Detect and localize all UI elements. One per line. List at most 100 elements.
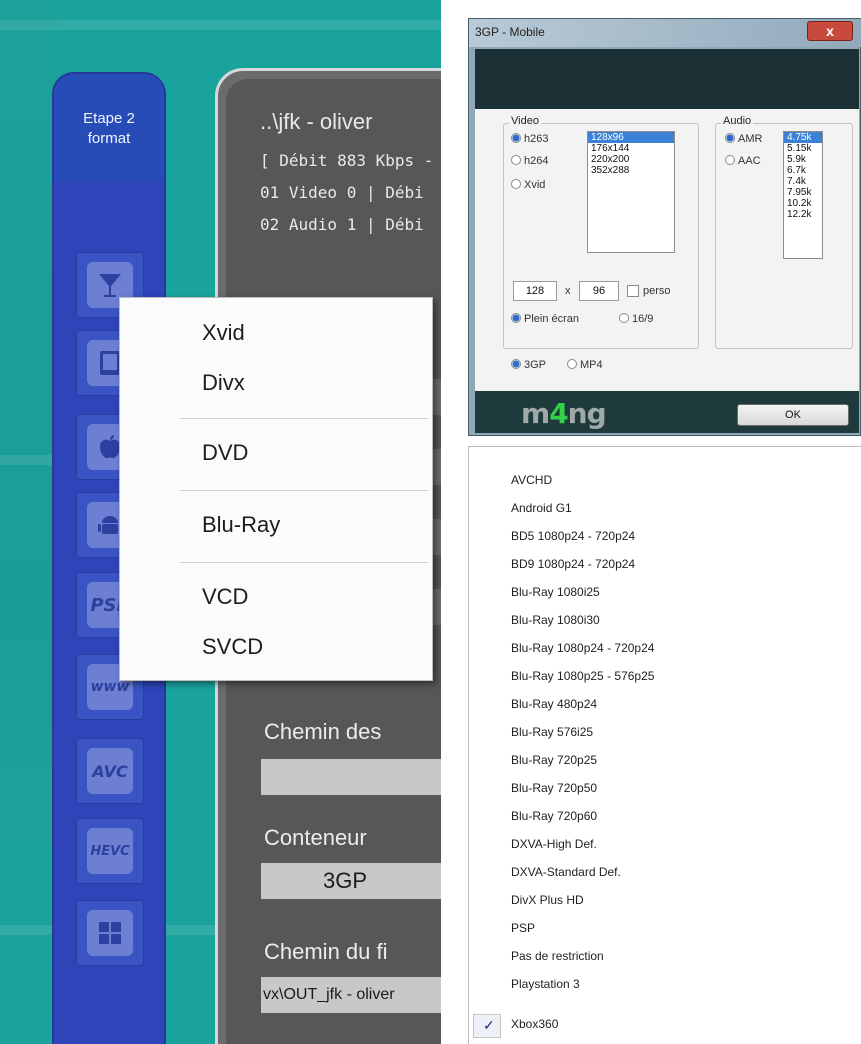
radio-h264[interactable]: h264 [511,155,548,167]
radio-amr[interactable]: AMR [725,133,762,145]
menu-separator [180,562,428,563]
profile-item[interactable]: BD5 1080p24 - 720p24 [511,529,635,543]
width-field[interactable]: 128 [513,281,557,301]
radio-label: 16/9 [632,313,654,325]
step-header: Etape 2 format [54,74,164,182]
audio-stream-info: 02 Audio 1 | Débi [260,215,424,234]
logo-text: ng [567,397,607,430]
source-filename: ..\jfk - oliver [260,109,373,134]
list-item[interactable]: 5.15k [784,143,822,154]
menu-item-vcd[interactable]: VCD [202,584,248,610]
radio-dot [567,359,577,369]
chemin-du-fichier-label: Chemin du fi [264,939,388,964]
radio-dot [511,155,521,165]
list-item[interactable]: 12.2k [784,209,822,220]
profile-item[interactable]: Blu-Ray 480p24 [511,697,597,711]
profile-item[interactable]: Playstation 3 [511,977,580,991]
radio-dot [511,359,521,369]
profile-item-selected[interactable]: Xbox360 [511,1017,558,1031]
check-icon: ✓ [483,1017,495,1033]
list-item[interactable]: 176x144 [588,143,674,154]
windows-button[interactable] [76,900,144,966]
chemin-des-label: Chemin des [264,719,382,744]
profile-item[interactable]: Blu-Ray 720p50 [511,781,597,795]
radio-dot [511,133,521,143]
video-size-list[interactable]: 128x96 176x144 220x200 352x288 [587,131,675,253]
menu-item-dvd[interactable]: DVD [202,440,248,466]
list-item[interactable]: 128x96 [588,132,674,143]
chemin-des-field[interactable] [261,759,441,795]
radio-plein-ecran[interactable]: Plein écran [511,313,579,325]
profile-item[interactable]: DXVA-Standard Def. [511,865,621,879]
profile-item[interactable]: Android G1 [511,501,572,515]
conteneur-label: Conteneur [264,825,367,850]
converter-window-left: Etape 2 format PSP www AVC HEVC ..\jfk -… [0,0,441,1044]
audio-rate-list[interactable]: 4.75k 5.15k 5.9k 6.7k 7.4k 7.95k 10.2k 1… [783,131,823,259]
profile-item[interactable]: Blu-Ray 720p25 [511,753,597,767]
radio-dot [511,179,521,189]
logo-text: 4 [549,397,569,430]
dialog-banner [475,49,859,109]
video-group-title: Video [509,115,541,127]
3gp-mobile-dialog: 3GP - Mobile x Video h263 h264 Xvid 128x… [468,18,861,436]
size-separator: x [565,285,571,297]
avc-icon: AVC [87,748,133,794]
profile-item[interactable]: Blu-Ray 576i25 [511,725,593,739]
list-item[interactable]: 352x288 [588,165,674,176]
windows-icon [87,910,133,956]
profile-item[interactable]: BD9 1080p24 - 720p24 [511,557,635,571]
avc-button[interactable]: AVC [76,738,144,804]
list-item[interactable]: 4.75k [784,132,822,143]
list-item[interactable]: 220x200 [588,154,674,165]
profile-list: ✓ AVCHD Android G1 BD5 1080p24 - 720p24 … [468,446,861,1044]
profile-item[interactable]: PSP [511,921,535,935]
conteneur-select[interactable]: 3GP [261,863,441,899]
menu-item-blu-ray[interactable]: Blu-Ray [202,512,280,538]
radio-label: h263 [524,133,549,145]
perso-checkbox[interactable] [627,285,639,297]
dialog-title: 3GP - Mobile [475,25,545,39]
radio-label: h264 [524,155,549,167]
perso-label: perso [643,285,671,297]
profile-item[interactable]: Pas de restriction [511,949,604,963]
profile-item[interactable]: Blu-Ray 1080p25 - 576p25 [511,669,654,683]
dialog-footer: m4ng OK [475,391,859,433]
close-button[interactable]: x [807,21,853,41]
output-path-field[interactable]: vx\OUT_jfk - oliver [261,977,441,1013]
list-item[interactable]: 5.9k [784,154,822,165]
hevc-icon: HEVC [87,828,133,874]
list-item[interactable]: 7.4k [784,176,822,187]
profile-item[interactable]: Blu-Ray 1080i25 [511,585,600,599]
hevc-button[interactable]: HEVC [76,818,144,884]
source-bitrate: [ Débit 883 Kbps - [260,151,434,170]
audio-group-title: Audio [721,115,754,127]
list-item[interactable]: 10.2k [784,198,822,209]
profile-item[interactable]: DivX Plus HD [511,893,584,907]
list-item[interactable]: 7.95k [784,187,822,198]
profile-item[interactable]: DXVA-High Def. [511,837,597,851]
list-item[interactable]: 6.7k [784,165,822,176]
radio-xvid[interactable]: Xvid [511,179,545,191]
radio-dot [725,133,735,143]
radio-16-9[interactable]: 16/9 [619,313,653,325]
radio-dot [511,313,521,323]
height-field[interactable]: 96 [579,281,619,301]
profile-item[interactable]: Blu-Ray 1080p24 - 720p24 [511,641,654,655]
profile-item[interactable]: Blu-Ray 720p60 [511,809,597,823]
radio-3gp[interactable]: 3GP [511,359,546,371]
step-sublabel: format [87,130,131,147]
profile-item[interactable]: Blu-Ray 1080i30 [511,613,600,627]
ok-button[interactable]: OK [737,404,849,426]
radio-mp4[interactable]: MP4 [567,359,603,371]
logo-text: m [521,397,550,430]
menu-item-xvid[interactable]: Xvid [202,320,245,346]
format-context-menu: Xvid Divx DVD Blu-Ray VCD SVCD [119,297,433,681]
menu-separator [180,490,428,491]
menu-item-svcd[interactable]: SVCD [202,634,263,660]
radio-label: MP4 [580,359,603,371]
radio-aac[interactable]: AAC [725,155,761,167]
profile-item[interactable]: AVCHD [511,473,552,487]
menu-item-divx[interactable]: Divx [202,370,245,396]
background-stripe [0,0,60,1044]
radio-h263[interactable]: h263 [511,133,548,145]
